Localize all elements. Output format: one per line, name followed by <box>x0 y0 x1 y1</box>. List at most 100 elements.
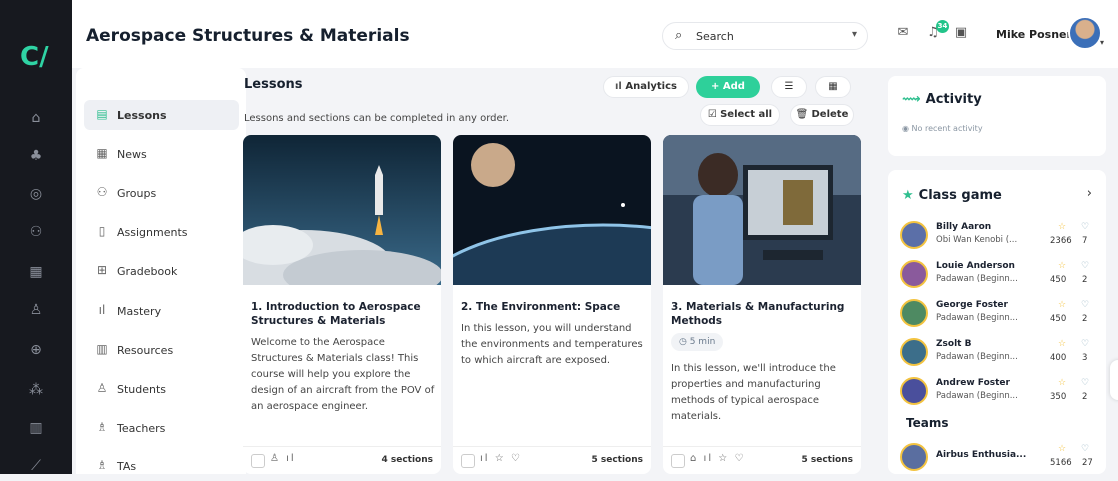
logo-icon[interactable]: C/ <box>20 42 54 72</box>
lesson-checkbox[interactable] <box>671 454 685 468</box>
lesson-footer-icons: ♙ ıl <box>270 453 296 464</box>
heart-icon: ♡ <box>1081 378 1090 388</box>
calendar-icon[interactable]: ◎ <box>26 184 46 204</box>
sidebar-item-mastery[interactable]: ıl Mastery <box>84 296 239 326</box>
player-name: Louie Anderson <box>936 261 1015 271</box>
lesson-card[interactable]: 3. Materials & Manufacturing Methods ◷ 5… <box>663 135 861 474</box>
courses-icon[interactable]: ♣ <box>26 146 46 166</box>
groups-icon[interactable]: ⚇ <box>26 222 46 242</box>
heart-icon: ♡ <box>1081 300 1090 310</box>
class-game-title-label: Class game <box>918 188 1002 203</box>
list-item[interactable]: George Foster Padawan (Beginn... ☆ ♡ 450… <box>900 294 1096 332</box>
player-score: 2366 <box>1050 236 1072 246</box>
network-icon[interactable]: ⁂ <box>26 380 46 400</box>
clock-icon: ◷ <box>679 337 690 347</box>
player-rank: Obi Wan Kenobi (... <box>936 235 1018 245</box>
profile-icon[interactable]: ♙ <box>26 300 46 320</box>
library-icon[interactable]: ▥ <box>26 418 46 438</box>
avatar <box>900 260 928 288</box>
star-icon: ☆ <box>1058 261 1067 271</box>
avatar[interactable] <box>1068 16 1102 50</box>
chevron-right-icon[interactable]: › <box>1087 186 1092 201</box>
delete-button[interactable]: 🗑 Delete <box>790 104 854 126</box>
duration-label: 5 min <box>689 337 716 347</box>
player-name: George Foster <box>936 300 1008 310</box>
sidebar-item-label: Students <box>117 383 167 396</box>
team-score: 5166 <box>1050 458 1072 468</box>
calendar-icon[interactable]: ▣ <box>952 25 970 43</box>
player-name: Zsolt B <box>936 339 972 349</box>
page-title: Lessons <box>244 77 303 92</box>
lesson-title[interactable]: 1. Introduction to Aerospace Structures … <box>251 300 435 328</box>
sidebar-item-news[interactable]: ▦ News <box>84 139 239 169</box>
scroll-handle[interactable] <box>1110 360 1118 400</box>
sidebar-item-groups[interactable]: ⚇ Groups <box>84 178 239 208</box>
player-rank: Padawan (Beginn... <box>936 352 1018 362</box>
class-game-title: ★ Class game <box>902 188 1002 203</box>
lock-icon[interactable]: ⌂ <box>690 453 698 464</box>
avatar <box>900 299 928 327</box>
add-button[interactable]: + Add <box>696 76 760 98</box>
student-icon[interactable]: ♙ <box>270 453 281 464</box>
list-item[interactable]: Airbus Enthusia... ☆ ♡ 5166 27 <box>900 438 1096 476</box>
lesson-checkbox[interactable] <box>251 454 265 468</box>
sidebar-item-label: Lessons <box>117 109 167 122</box>
lesson-image-engineer <box>663 135 861 285</box>
heart-icon[interactable]: ♡ <box>511 453 522 464</box>
player-rank: Padawan (Beginn... <box>936 391 1018 401</box>
star-icon[interactable]: ☆ <box>718 453 729 464</box>
info-icon: ◉ <box>902 124 912 133</box>
search-input[interactable]: ⌕ Search ▾ <box>662 22 868 50</box>
checkbox-icon: ☑ <box>707 109 721 120</box>
list-item[interactable]: Zsolt B Padawan (Beginn... ☆ ♡ 400 3 <box>900 333 1096 371</box>
sidebar-item-students[interactable]: ♙ Students <box>84 374 239 404</box>
chevron-down-icon[interactable]: ▾ <box>852 29 857 40</box>
activity-title-label: Activity <box>925 92 982 107</box>
select-all-button[interactable]: ☑ Select all <box>700 104 780 126</box>
mail-icon[interactable]: ✉ <box>894 25 912 43</box>
analytics-icon[interactable]: ıl <box>480 453 490 464</box>
analytics-icon[interactable]: ıl <box>286 453 296 464</box>
list-view-button[interactable]: ☰ <box>771 76 807 98</box>
lesson-checkbox[interactable] <box>461 454 475 468</box>
grid-view-button[interactable]: ▦ <box>815 76 851 98</box>
sidebar-item-label: Gradebook <box>117 265 178 278</box>
analytics-icon[interactable]: ıl <box>704 453 714 464</box>
sidebar-item-teachers[interactable]: ♗ Teachers <box>84 413 239 443</box>
list-item[interactable]: Louie Anderson Padawan (Beginn... ☆ ♡ 45… <box>900 255 1096 293</box>
lesson-card[interactable]: 2. The Environment: Space In this lesson… <box>453 135 651 474</box>
sidebar-item-label: Resources <box>117 344 174 357</box>
team-value: 27 <box>1082 458 1093 468</box>
lesson-footer: ♙ ıl 4 sections <box>243 446 441 474</box>
user-name[interactable]: Mike Posner <box>996 28 1072 41</box>
list-item[interactable]: Andrew Foster Padawan (Beginn... ☆ ♡ 350… <box>900 372 1096 410</box>
sidebar-item-lessons[interactable]: ▤ Lessons <box>84 100 239 130</box>
home-icon[interactable]: ⌂ <box>26 108 46 128</box>
analytics-button[interactable]: ıl Analytics <box>603 76 689 98</box>
star-icon: ☆ <box>1058 444 1067 454</box>
sections-count: 5 sections <box>801 455 853 465</box>
lesson-image-space <box>453 135 651 387</box>
settings-icon[interactable]: ⊕ <box>26 340 46 360</box>
page-subtitle: Lessons and sections can be completed in… <box>244 113 510 124</box>
lesson-card[interactable]: 1. Introduction to Aerospace Structures … <box>243 135 441 474</box>
chart-icon[interactable]: ⟋ <box>26 456 46 476</box>
star-icon[interactable]: ☆ <box>495 453 506 464</box>
sidebar-item-assignments[interactable]: ▯ Assignments <box>84 217 239 247</box>
player-name: Andrew Foster <box>936 378 1010 388</box>
list-item[interactable]: Billy Aaron Obi Wan Kenobi (... ☆ ♡ 2366… <box>900 216 1096 254</box>
heart-icon[interactable]: ♡ <box>734 453 745 464</box>
apps-icon[interactable]: ▦ <box>26 262 46 282</box>
sidebar-item-tas[interactable]: ♗ TAs <box>84 451 239 481</box>
lesson-title[interactable]: 3. Materials & Manufacturing Methods <box>671 300 855 328</box>
heart-icon: ♡ <box>1081 444 1090 454</box>
player-rank: Padawan (Beginn... <box>936 274 1018 284</box>
sidebar-item-resources[interactable]: ▥ Resources <box>84 335 239 365</box>
resources-icon: ▥ <box>96 342 108 356</box>
teams-title: Teams <box>906 416 949 430</box>
chevron-down-icon[interactable]: ▾ <box>1100 38 1104 47</box>
trash-icon: 🗑 <box>795 109 812 120</box>
lesson-title[interactable]: 2. The Environment: Space <box>461 300 645 314</box>
sidebar-item-gradebook[interactable]: ⊞ Gradebook <box>84 256 239 286</box>
avatar <box>900 221 928 249</box>
